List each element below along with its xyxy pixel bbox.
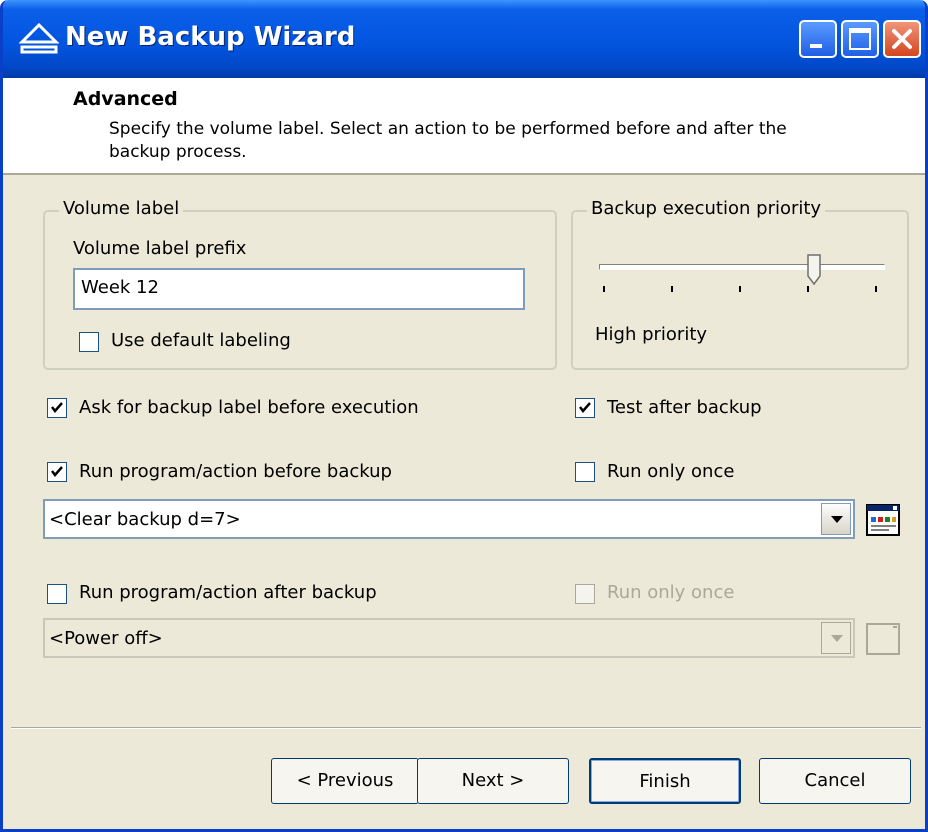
run-after-checkbox[interactable]	[47, 584, 67, 604]
title-bar[interactable]: New Backup Wizard	[3, 0, 925, 78]
run-after-label[interactable]: Run program/action after backup	[79, 582, 377, 603]
next-button[interactable]: Next >	[417, 758, 569, 804]
run-once-before-label[interactable]: Run only once	[607, 461, 734, 482]
maximize-button[interactable]	[841, 20, 879, 58]
run-once-after-label[interactable]: Run only once	[607, 582, 734, 603]
program-window-icon-disabled[interactable]	[865, 620, 903, 658]
check-icon	[579, 402, 591, 413]
use-default-labeling-checkbox[interactable]	[79, 332, 99, 352]
wizard-header: Advanced Specify the volume label. Selec…	[3, 78, 925, 175]
slider-ticks	[603, 286, 877, 292]
check-icon	[51, 466, 63, 477]
before-action-value: <Clear backup d=7>	[49, 509, 241, 530]
page-description: Specify the volume label. Select an acti…	[109, 119, 787, 162]
wizard-window: New Backup Wizard Advanced Specify the v…	[0, 0, 928, 832]
volume-label-group: Volume label Volume label prefix Week 12…	[43, 198, 557, 370]
before-action-select[interactable]: <Clear backup d=7>	[43, 499, 855, 539]
priority-legend: Backup execution priority	[587, 198, 826, 219]
run-once-after-checkbox[interactable]	[575, 584, 595, 604]
cancel-button[interactable]: Cancel	[759, 758, 911, 804]
chevron-down-icon	[831, 516, 843, 523]
ask-label-checkbox[interactable]	[47, 398, 67, 418]
program-window-icon[interactable]	[865, 501, 903, 539]
volume-prefix-label: Volume label prefix	[73, 238, 247, 259]
close-button[interactable]	[883, 20, 921, 58]
after-action-value: <Power off>	[49, 628, 163, 649]
chevron-down-icon	[831, 635, 843, 642]
volume-label-legend: Volume label	[59, 198, 184, 219]
previous-button[interactable]: < Previous	[271, 758, 419, 804]
footer-divider	[11, 727, 921, 729]
use-default-labeling-label[interactable]: Use default labeling	[111, 330, 291, 351]
run-before-label[interactable]: Run program/action before backup	[79, 461, 392, 482]
maximize-icon	[849, 28, 871, 50]
window-title: New Backup Wizard	[65, 22, 356, 52]
after-action-select[interactable]: <Power off>	[43, 618, 855, 658]
run-once-before-checkbox[interactable]	[575, 462, 595, 482]
minimize-button[interactable]	[799, 20, 837, 58]
after-action-dropdown-button[interactable]	[821, 622, 851, 654]
before-action-dropdown-button[interactable]	[821, 503, 851, 535]
volume-prefix-input[interactable]: Week 12	[73, 268, 525, 310]
priority-group: Backup execution priority High priority	[571, 198, 909, 370]
priority-level-text: High priority	[595, 324, 708, 345]
eject-icon	[19, 22, 59, 54]
close-icon	[892, 29, 912, 49]
ask-label-text[interactable]: Ask for backup label before execution	[79, 397, 419, 418]
slider-thumb[interactable]	[807, 254, 821, 286]
page-title: Advanced	[73, 88, 178, 110]
test-after-checkbox[interactable]	[575, 398, 595, 418]
run-before-checkbox[interactable]	[47, 462, 67, 482]
finish-button[interactable]: Finish	[589, 758, 741, 804]
test-after-label[interactable]: Test after backup	[607, 397, 762, 418]
minimize-icon	[810, 44, 822, 48]
check-icon	[51, 402, 63, 413]
priority-slider[interactable]	[597, 254, 887, 296]
